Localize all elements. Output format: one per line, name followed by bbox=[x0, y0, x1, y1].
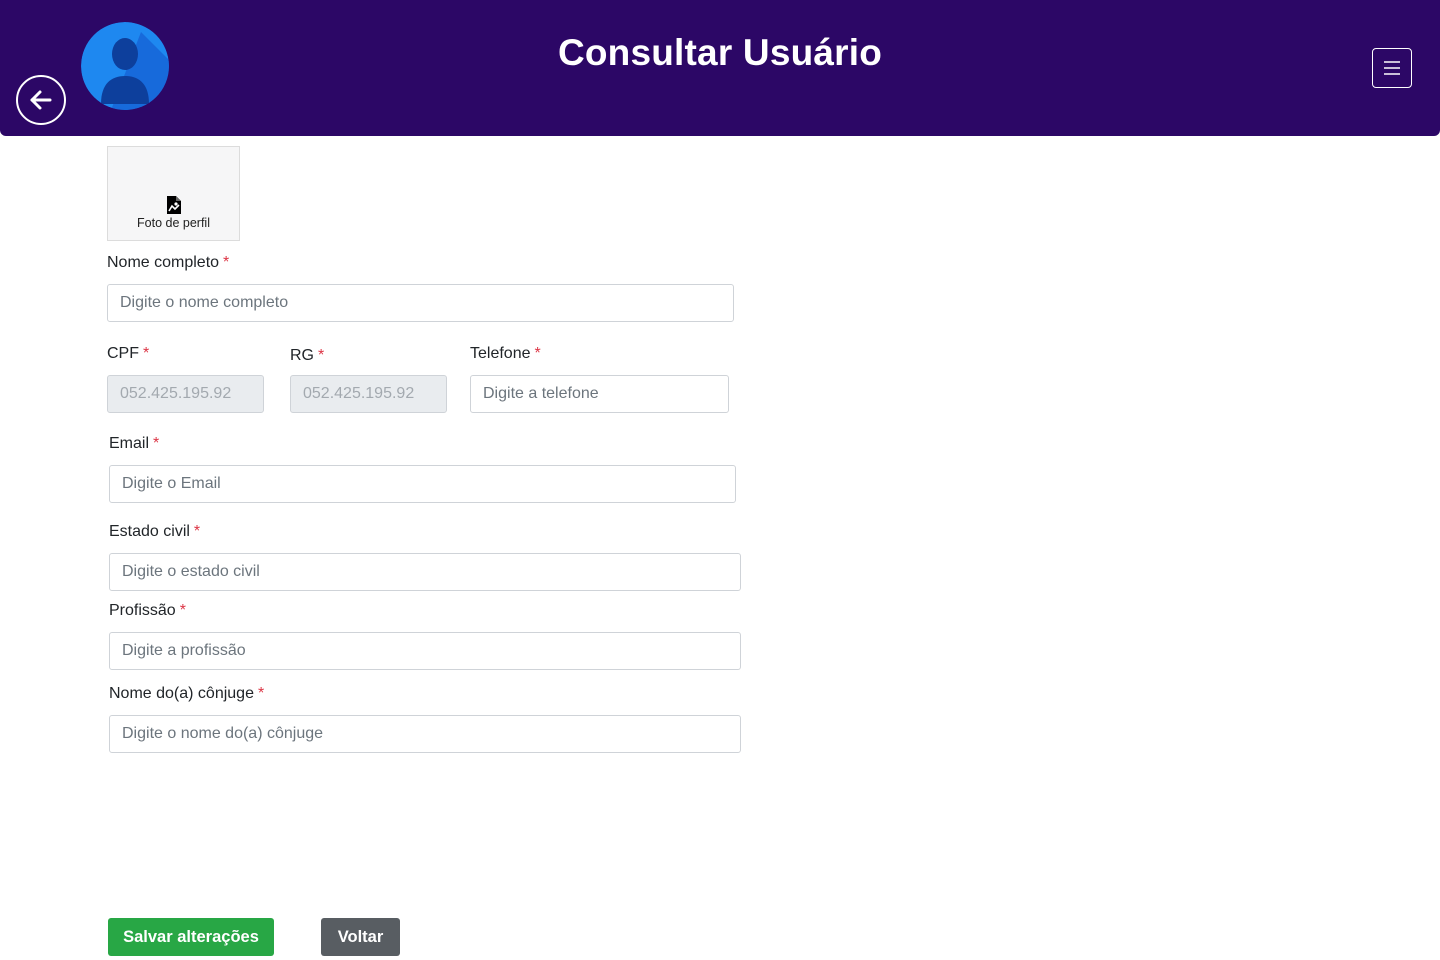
telefone-label: Telefone * bbox=[470, 345, 541, 362]
required-mark: * bbox=[534, 345, 541, 362]
required-mark: * bbox=[179, 602, 186, 619]
conjuge-label: Nome do(a) cônjuge * bbox=[109, 685, 265, 702]
image-file-icon bbox=[167, 196, 181, 214]
cpf-input bbox=[107, 375, 264, 413]
email-input[interactable] bbox=[109, 465, 736, 503]
nome-completo-input[interactable] bbox=[107, 284, 734, 322]
telefone-input[interactable] bbox=[470, 375, 729, 413]
required-mark: * bbox=[318, 347, 325, 364]
profissao-label: Profissão * bbox=[109, 602, 186, 619]
profile-photo-upload[interactable]: Foto de perfil bbox=[107, 146, 240, 241]
estado-civil-label: Estado civil * bbox=[109, 523, 201, 540]
page-title: Consultar Usuário bbox=[557, 32, 883, 73]
email-label: Email * bbox=[109, 435, 160, 452]
profissao-input[interactable] bbox=[109, 632, 741, 670]
arrow-left-circle-icon bbox=[30, 90, 52, 110]
rg-input bbox=[290, 375, 447, 413]
back-arrow-button[interactable] bbox=[16, 75, 66, 125]
required-mark: * bbox=[193, 523, 201, 540]
required-mark: * bbox=[143, 345, 150, 362]
rg-label: RG * bbox=[290, 347, 325, 364]
back-button[interactable]: Voltar bbox=[321, 918, 400, 956]
required-mark: * bbox=[257, 685, 265, 702]
top-header-bar: Consultar Usuário bbox=[0, 0, 1440, 136]
required-mark: * bbox=[153, 435, 160, 452]
required-mark: * bbox=[223, 254, 230, 271]
conjuge-input[interactable] bbox=[109, 715, 741, 753]
save-changes-button[interactable]: Salvar alterações bbox=[108, 918, 274, 956]
hamburger-menu-icon bbox=[1384, 61, 1400, 75]
hamburger-menu-button[interactable] bbox=[1372, 48, 1412, 88]
cpf-label: CPF * bbox=[107, 345, 150, 362]
nome-completo-label: Nome completo * bbox=[107, 254, 230, 271]
estado-civil-input[interactable] bbox=[109, 553, 741, 591]
profile-photo-label: Foto de perfil bbox=[137, 216, 210, 230]
